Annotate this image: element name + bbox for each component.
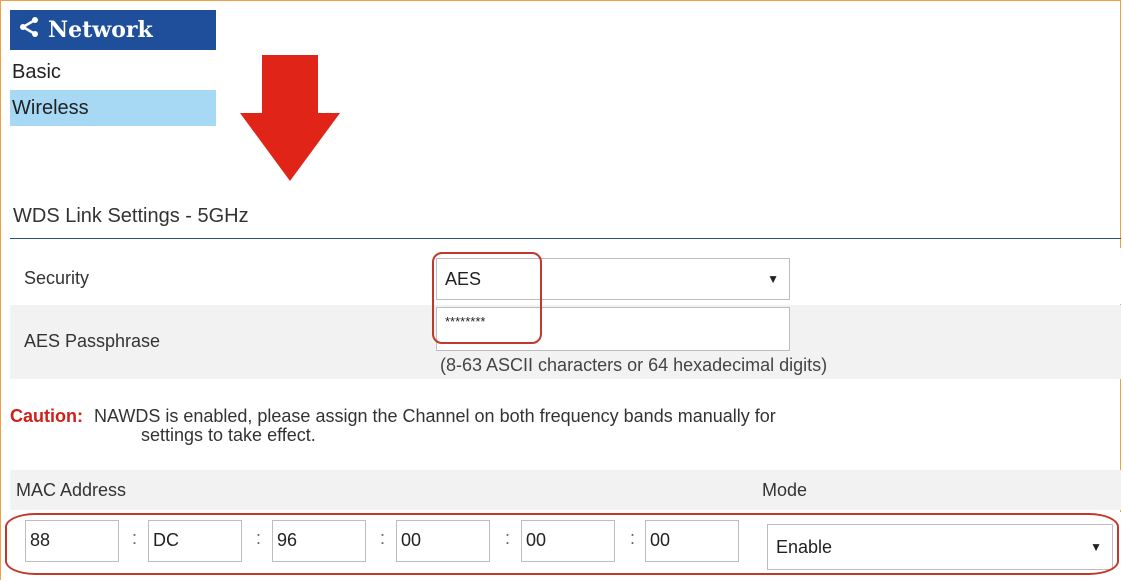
mac-table-header: MAC Address Mode — [10, 470, 1121, 510]
sidebar-item-label: Basic — [12, 60, 61, 83]
annotation-highlight-security — [432, 252, 542, 344]
mac-address-header: MAC Address — [16, 480, 127, 500]
share-icon — [18, 16, 40, 44]
sidebar-item-basic[interactable]: Basic — [10, 54, 216, 90]
caution-line-2: settings to take effect. — [141, 425, 316, 445]
sidebar-item-wireless[interactable]: Wireless — [10, 90, 216, 126]
security-label: Security — [24, 268, 90, 288]
annotation-arrow-down-icon — [240, 55, 340, 181]
annotation-highlight-mac-row — [5, 513, 1119, 575]
section-divider — [10, 238, 1121, 239]
mode-header: Mode — [762, 480, 808, 500]
caution-line-1: NAWDS is enabled, please assign the Chan… — [94, 406, 776, 426]
section-title: WDS Link Settings - 5GHz — [13, 205, 249, 227]
sidebar-item-label: Wireless — [12, 96, 89, 119]
passphrase-hint: (8-63 ASCII characters or 64 hexadecimal… — [440, 355, 828, 375]
caution-label: Caution: — [10, 406, 83, 426]
nav-header-label: Network — [48, 17, 153, 43]
nav-header-network[interactable]: Network — [10, 10, 216, 50]
caution-message: Caution: NAWDS is enabled, please assign… — [10, 407, 1110, 445]
passphrase-label: AES Passphrase — [24, 331, 161, 351]
dropdown-arrow-icon: ▼ — [767, 272, 779, 286]
